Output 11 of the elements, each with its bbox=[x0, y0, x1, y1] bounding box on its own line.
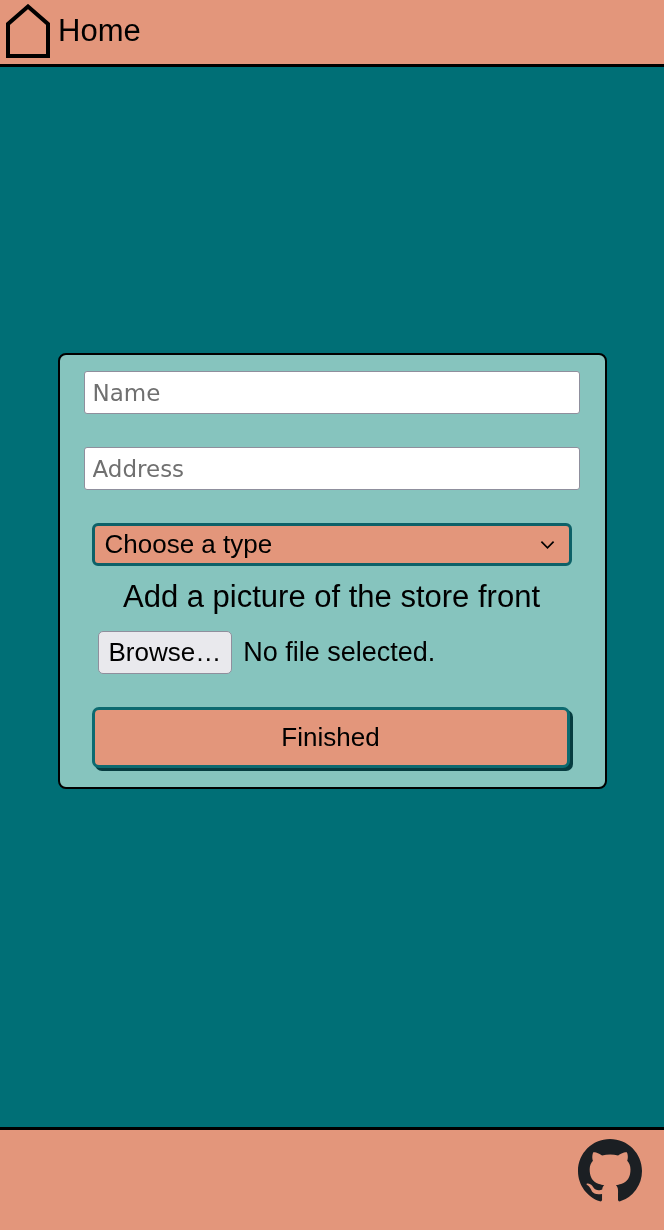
file-status-text: No file selected. bbox=[243, 637, 436, 668]
browse-button[interactable]: Browse… bbox=[97, 631, 233, 674]
finished-button[interactable]: Finished bbox=[91, 707, 570, 768]
house-icon bbox=[6, 4, 50, 58]
home-link[interactable]: Home bbox=[6, 4, 141, 58]
text-field[interactable]: Address bbox=[83, 447, 580, 490]
chevron-down-icon bbox=[539, 539, 555, 550]
text-field[interactable]: Name bbox=[83, 371, 580, 414]
picture-prompt-label: Add a picture of the store front bbox=[122, 579, 541, 615]
github-logo-icon[interactable] bbox=[578, 1139, 642, 1203]
type-select[interactable]: Choose a type bbox=[91, 523, 572, 566]
